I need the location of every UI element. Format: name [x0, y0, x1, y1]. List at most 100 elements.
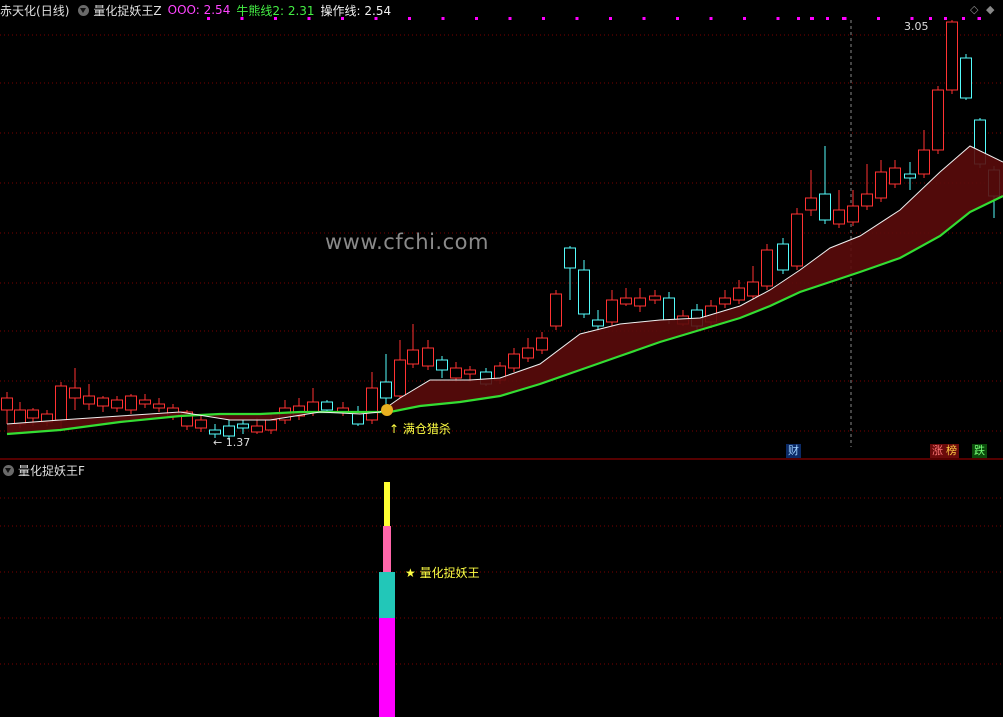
top-marker — [508, 17, 512, 20]
candle-body — [55, 385, 67, 421]
candle-body — [223, 425, 235, 437]
top-marker — [944, 17, 947, 20]
star-signal-label: ★ 量化捉妖王 — [405, 566, 480, 580]
candle-body — [83, 395, 95, 405]
cai-tag[interactable]: 财 — [786, 444, 801, 458]
candle-body — [321, 401, 333, 411]
candle-body — [663, 297, 675, 321]
candle-body — [761, 249, 773, 287]
dropdown-icon[interactable] — [3, 464, 14, 476]
sub-header: 量化捉妖王F — [0, 460, 91, 480]
money-bag-icon — [381, 404, 393, 416]
candle-body — [450, 367, 462, 379]
zhang-tag[interactable]: 涨 — [930, 444, 945, 458]
candlestick-chart[interactable] — [0, 0, 1003, 460]
candle-body — [265, 419, 277, 431]
candle-body — [733, 287, 745, 301]
top-marker — [441, 17, 445, 20]
sub-chart-panel[interactable]: 量化捉妖王F ★ 量化捉妖王 — [0, 460, 1003, 717]
candle-body — [307, 401, 319, 413]
candle-body — [620, 297, 632, 305]
candle-body — [634, 297, 646, 307]
candle-body — [564, 247, 576, 269]
top-marker — [408, 17, 411, 20]
indicator-name[interactable]: 量化捉妖王Z — [93, 2, 161, 19]
top-marker — [475, 17, 478, 20]
candle-body — [578, 269, 590, 315]
candle-body — [889, 167, 901, 185]
hollow-diamond-icon[interactable]: ◇ — [970, 3, 978, 16]
candle-body — [904, 173, 916, 179]
indicator-bar-magenta — [379, 618, 395, 717]
top-marker — [842, 17, 845, 20]
candle-body — [436, 359, 448, 371]
candle-body — [861, 193, 873, 207]
candle-body — [195, 419, 207, 429]
op-line-value: 操作线: 2.54 — [320, 3, 392, 18]
candle-body — [380, 381, 392, 399]
candle-body — [366, 387, 378, 421]
top-marker — [929, 17, 932, 20]
top-marker — [826, 17, 829, 20]
main-chart-panel[interactable]: 赤天化 (日线) 量化捉妖王Z OOO: 2.54 牛熊线2: 2.31 操作线… — [0, 0, 1003, 460]
candle-body — [522, 347, 534, 359]
candle-body — [918, 149, 930, 175]
watermark: www.cfchi.com — [325, 230, 489, 254]
buy-signal-label: ↑ 满仓猎杀 — [389, 422, 451, 436]
dropdown-icon[interactable] — [78, 4, 90, 16]
top-marker — [877, 17, 880, 20]
candle-body — [14, 409, 26, 425]
candle-body — [719, 297, 731, 305]
candle-body — [125, 395, 137, 411]
candle-body — [847, 205, 859, 223]
candle-body — [139, 399, 151, 405]
candle-body — [592, 319, 604, 327]
candle-body — [536, 337, 548, 351]
candle-body — [237, 423, 249, 429]
candle-body — [777, 243, 789, 271]
bull-line-value: 牛熊线2: 2.31 — [236, 3, 315, 18]
indicator-chart[interactable] — [0, 460, 1003, 717]
top-marker — [709, 17, 713, 20]
candle-body — [875, 171, 887, 199]
top-marker — [609, 17, 612, 20]
candle-body — [422, 347, 434, 367]
top-marker — [542, 17, 545, 20]
candle-body — [69, 387, 81, 399]
ooo-value: OOO: 2.54 — [167, 3, 231, 17]
star-icon: ★ — [405, 566, 416, 580]
sub-indicator-name[interactable]: 量化捉妖王F — [18, 462, 85, 479]
candle-body — [946, 21, 958, 91]
candle-body — [1, 397, 13, 411]
top-marker — [676, 17, 679, 20]
top-marker — [811, 17, 814, 20]
low-price-label: ← 1.37 — [213, 436, 251, 449]
bang-tag[interactable]: 榜 — [944, 444, 959, 458]
stock-name: 赤天化 — [0, 3, 37, 18]
top-marker — [797, 17, 800, 20]
top-marker — [978, 17, 981, 20]
high-price-label: 3.05 — [904, 20, 929, 33]
candle-body — [251, 425, 263, 433]
candle-body — [747, 281, 759, 297]
indicator-bar-pink — [383, 526, 391, 572]
candle-body — [464, 369, 476, 375]
candle-body — [27, 409, 39, 419]
candle-body — [394, 359, 406, 397]
candle-body — [508, 353, 520, 369]
candle-body — [407, 349, 419, 365]
top-marker — [575, 17, 579, 20]
candle-body — [111, 399, 123, 409]
die-tag[interactable]: 跌 — [972, 444, 987, 458]
candle-body — [606, 299, 618, 323]
top-marker — [743, 17, 746, 20]
candle-body — [960, 57, 972, 99]
candle-body — [649, 295, 661, 301]
candle-body — [97, 397, 109, 407]
indicator-bar-teal — [379, 572, 395, 618]
candle-body — [932, 89, 944, 151]
candle-body — [791, 213, 803, 267]
top-marker — [776, 17, 780, 20]
indicator-bar-yellow — [384, 482, 390, 526]
solid-diamond-icon[interactable]: ◆ — [986, 3, 994, 16]
